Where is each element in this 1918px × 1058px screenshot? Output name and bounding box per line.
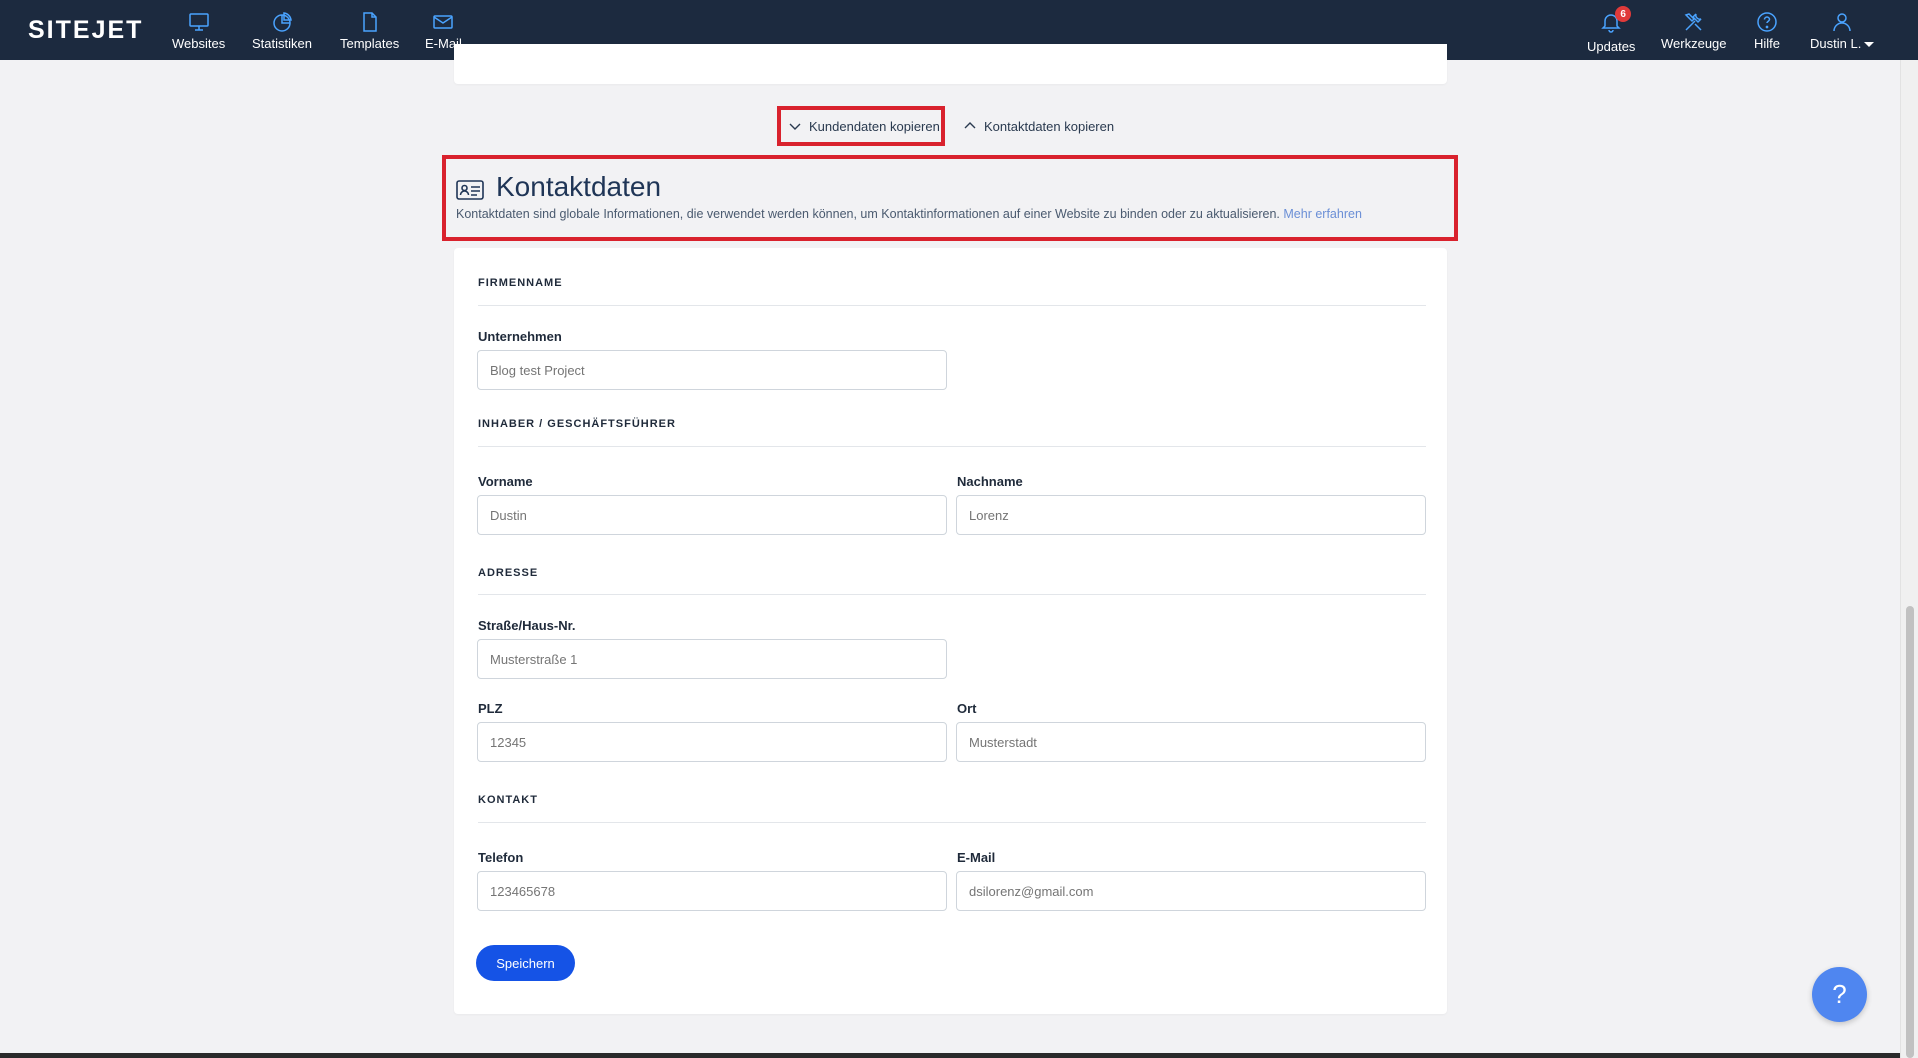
copy-customer-data-button[interactable]: Kundendaten kopieren [777, 106, 945, 146]
copy-contact-data-button[interactable]: Kontaktdaten kopieren [963, 106, 1133, 146]
phone-input[interactable] [477, 871, 947, 911]
save-button[interactable]: Speichern [476, 945, 575, 981]
nav-updates-label: Updates [1587, 39, 1636, 54]
email-label: E-Mail [957, 850, 996, 865]
section-divider [478, 446, 1426, 447]
nav-werkzeuge[interactable]: Werkzeuge [1661, 10, 1727, 51]
id-card-icon [456, 180, 484, 200]
section-title-owner: INHABER / GESCHÄFTSFÜHRER [478, 418, 676, 430]
copy-contact-data-label: Kontaktdaten kopieren [984, 118, 1115, 134]
section-divider [478, 594, 1426, 595]
nav-hilfe-label: Hilfe [1754, 36, 1781, 51]
chevron-down-icon [789, 123, 801, 130]
nav-statistiken[interactable]: Statistiken [252, 10, 312, 51]
page-scrollbar[interactable] [1900, 60, 1918, 1058]
nav-hilfe[interactable]: Hilfe [1754, 10, 1780, 51]
company-label: Unternehmen [478, 329, 562, 344]
section-divider [478, 305, 1426, 306]
page-title: Kontaktdaten [496, 171, 662, 202]
window-bottom-edge [0, 1053, 1900, 1058]
company-input[interactable] [477, 350, 947, 390]
phone-label: Telefon [478, 850, 524, 865]
nav-statistiken-label: Statistiken [252, 36, 312, 51]
previous-card [454, 44, 1447, 84]
nav-updates[interactable]: 6 Updates [1587, 6, 1636, 54]
question-mark-icon: ? [1832, 979, 1847, 1009]
last-name-input[interactable] [956, 495, 1426, 535]
mail-icon [433, 15, 454, 29]
section-title-company: FIRMENNAME [478, 277, 563, 289]
nav-user-menu[interactable]: Dustin L. [1810, 10, 1875, 51]
street-input[interactable] [477, 639, 947, 679]
city-label: Ort [957, 701, 977, 716]
zip-input[interactable] [477, 722, 947, 762]
help-chat-button[interactable]: ? [1812, 967, 1867, 1022]
copy-customer-data-label: Kundendaten kopieren [809, 118, 940, 134]
monitor-icon [188, 13, 209, 31]
sitejet-logo[interactable]: SITEJET [28, 16, 143, 45]
header-description: Kontaktdaten sind globale Informationen,… [456, 207, 1362, 221]
section-divider [478, 822, 1426, 823]
zip-label: PLZ [478, 701, 503, 716]
bell-wrapper: 6 [1599, 6, 1632, 39]
pie-chart-icon [273, 12, 292, 32]
email-input[interactable] [956, 871, 1426, 911]
first-name-label: Vorname [478, 474, 533, 489]
chevron-down-icon [1864, 42, 1875, 48]
help-circle-icon [1757, 12, 1777, 32]
first-name-input[interactable] [477, 495, 947, 535]
updates-badge: 6 [1615, 6, 1632, 22]
nav-werkzeuge-label: Werkzeuge [1661, 36, 1727, 51]
nav-templates[interactable]: Templates [340, 10, 399, 51]
street-label: Straße/Haus-Nr. [478, 618, 576, 633]
file-icon [362, 12, 377, 32]
header-description-text: Kontaktdaten sind globale Informationen,… [456, 207, 1280, 221]
nav-user-row: Dustin L. [1810, 36, 1875, 51]
nav-websites[interactable]: Websites [172, 10, 225, 51]
last-name-label: Nachname [957, 474, 1023, 489]
learn-more-link[interactable]: Mehr erfahren [1283, 207, 1362, 221]
nav-templates-label: Templates [340, 36, 400, 51]
contact-data-header: Kontaktdaten Kontaktdaten sind globale I… [442, 155, 1458, 241]
user-icon [1833, 13, 1851, 32]
tools-icon [1684, 13, 1702, 31]
chevron-up-icon [964, 122, 976, 129]
nav-user-label: Dustin L. [1810, 36, 1862, 51]
section-title-address: ADRESSE [478, 567, 539, 579]
nav-websites-label: Websites [172, 36, 226, 51]
section-title-contact: KONTAKT [478, 794, 538, 806]
city-input[interactable] [956, 722, 1426, 762]
scrollbar-thumb[interactable] [1906, 606, 1914, 1058]
